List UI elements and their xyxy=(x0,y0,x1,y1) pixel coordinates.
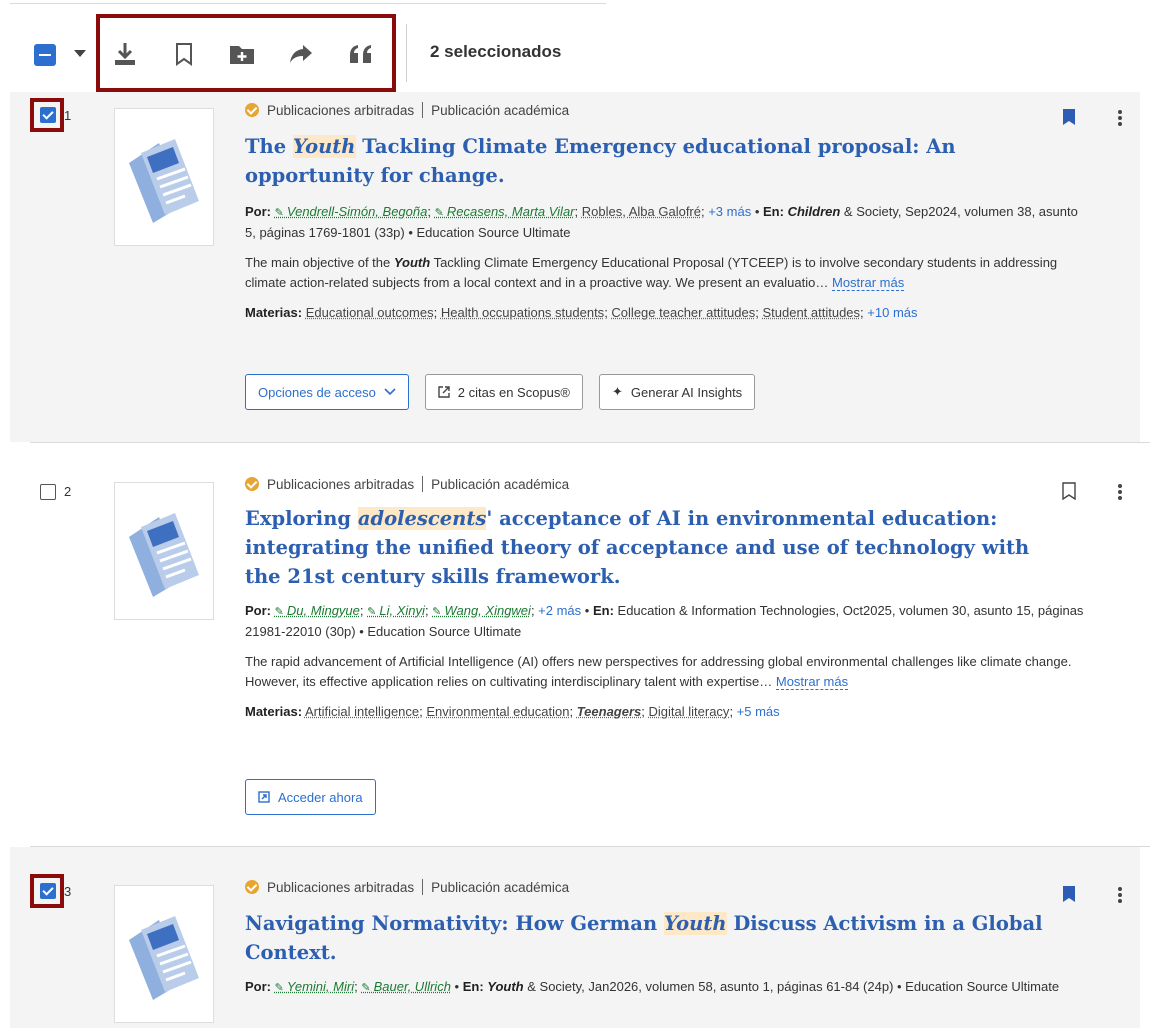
more-subjects-link[interactable]: +10 más xyxy=(867,305,917,320)
publication-type: Publicación académica xyxy=(431,103,569,118)
meta-separator xyxy=(422,879,423,895)
subject-link[interactable]: Health occupations students xyxy=(441,305,604,320)
toolbar-divider xyxy=(406,24,407,82)
result-title[interactable]: Exploring adolescents' acceptance of AI … xyxy=(245,504,1035,591)
access-now-button[interactable]: Acceder ahora xyxy=(245,779,376,815)
result-checkbox[interactable] xyxy=(40,883,56,899)
subject-link[interactable]: Environmental education xyxy=(426,704,569,719)
result-item-3: 3 Publicaciones arbitradas Publicación a… xyxy=(10,847,1140,1028)
result-actions xyxy=(1062,482,1122,504)
author-link[interactable]: Robles, Alba Galofré xyxy=(582,204,701,219)
result-item-1: 1 Publicaciones arbitradas Publicación a… xyxy=(10,92,1140,442)
document-icon xyxy=(125,135,205,223)
author-link[interactable]: Du, Mingyue xyxy=(275,603,360,618)
source-text: & Society, Jan2026, volumen 58, asunto 1… xyxy=(524,979,1059,994)
subject-link[interactable]: Digital literacy xyxy=(649,704,730,719)
subject-link[interactable]: Student attitudes xyxy=(762,305,860,320)
result-subjects: Materias: Educational outcomes; Health o… xyxy=(245,303,1085,323)
result-abstract: The rapid advancement of Artificial Inte… xyxy=(245,652,1085,692)
subject-link[interactable]: College teacher attitudes xyxy=(611,305,755,320)
share-icon[interactable] xyxy=(288,40,314,68)
result-byline: Por: Vendrell-Simón, Begoña; Recasens, M… xyxy=(245,202,1085,243)
subject-link[interactable]: Educational outcomes xyxy=(306,305,434,320)
meta-separator xyxy=(422,102,423,118)
result-abstract: The main objective of the Youth Tackling… xyxy=(245,253,1085,293)
scopus-citations-button[interactable]: 2 citas en Scopus® xyxy=(425,374,583,410)
result-byline: Por: Yemini, Miri; Bauer, Ullrich • En: … xyxy=(245,977,1085,998)
author-link[interactable]: Li, Xinyi xyxy=(367,603,425,618)
result-checkbox[interactable] xyxy=(40,484,56,500)
peer-reviewed-label: Publicaciones arbitradas xyxy=(267,880,414,895)
result-checkbox[interactable] xyxy=(40,107,56,123)
result-actions xyxy=(1062,108,1122,130)
result-title[interactable]: The Youth Tackling Climate Emergency edu… xyxy=(245,132,1045,190)
chevron-down-icon xyxy=(384,388,396,396)
more-authors-link[interactable]: +2 más xyxy=(538,603,581,618)
bookmark-icon[interactable] xyxy=(171,40,197,68)
ai-insights-button[interactable]: ✦ Generar AI Insights xyxy=(599,374,755,410)
result-meta: Publicaciones arbitradas Publicación aca… xyxy=(245,476,1085,492)
meta-separator xyxy=(422,476,423,492)
peer-reviewed-badge-icon xyxy=(245,477,259,491)
add-folder-icon[interactable] xyxy=(229,40,255,68)
more-authors-link[interactable]: +3 más xyxy=(708,204,751,219)
result-title[interactable]: Navigating Normativity: How German Youth… xyxy=(245,909,1045,967)
author-link[interactable]: Wang, Xingwei xyxy=(432,603,531,618)
result-meta: Publicaciones arbitradas Publicación aca… xyxy=(245,102,1085,118)
external-link-icon xyxy=(258,791,270,803)
results-toolbar: 2 seleccionados xyxy=(0,4,1150,92)
result-byline: Por: Du, Mingyue; Li, Xinyi; Wang, Xingw… xyxy=(245,601,1085,642)
result-number: 2 xyxy=(64,484,71,499)
peer-reviewed-badge-icon xyxy=(245,103,259,117)
result-meta: Publicaciones arbitradas Publicación aca… xyxy=(245,879,1085,895)
author-link[interactable]: Yemini, Miri xyxy=(275,979,354,994)
show-more-link[interactable]: Mostrar más xyxy=(776,674,848,690)
document-thumbnail[interactable] xyxy=(114,482,214,620)
show-more-link[interactable]: Mostrar más xyxy=(832,275,904,291)
result-subjects: Materias: Artificial intelligence; Envir… xyxy=(245,702,1085,722)
publication-type: Publicación académica xyxy=(431,477,569,492)
result-divider xyxy=(30,442,1150,443)
download-icon[interactable] xyxy=(112,40,138,68)
select-menu-chevron-down-icon[interactable] xyxy=(74,50,86,57)
source-highlight: Children xyxy=(788,204,841,219)
source-highlight: Youth xyxy=(487,979,523,994)
document-icon xyxy=(125,509,205,597)
bookmark-filled-icon[interactable] xyxy=(1062,108,1076,126)
peer-reviewed-label: Publicaciones arbitradas xyxy=(267,103,414,118)
result-item-2: 2 Publicaciones arbitradas Publicación a… xyxy=(10,468,1140,824)
more-options-icon[interactable] xyxy=(1118,484,1122,500)
select-all-checkbox[interactable] xyxy=(34,44,56,66)
document-thumbnail[interactable] xyxy=(114,885,214,1023)
selected-count: 2 seleccionados xyxy=(430,42,561,62)
author-link[interactable]: Recasens, Marta Vilar xyxy=(435,204,575,219)
result-number: 1 xyxy=(64,108,71,123)
subject-link[interactable]: Teenagers xyxy=(577,704,642,719)
document-icon xyxy=(125,912,205,1000)
result-actions xyxy=(1062,885,1122,907)
quote-icon[interactable] xyxy=(348,40,374,68)
peer-reviewed-badge-icon xyxy=(245,880,259,894)
bookmark-icon[interactable] xyxy=(1062,482,1076,500)
sparkle-icon: ✦ xyxy=(612,384,623,400)
author-link[interactable]: Vendrell-Simón, Begoña xyxy=(275,204,428,219)
subject-link[interactable]: Artificial intelligence xyxy=(305,704,419,719)
more-subjects-link[interactable]: +5 más xyxy=(737,704,780,719)
more-options-icon[interactable] xyxy=(1118,887,1122,903)
result-number: 3 xyxy=(64,884,71,899)
publication-type: Publicación académica xyxy=(431,880,569,895)
bookmark-filled-icon[interactable] xyxy=(1062,885,1076,903)
peer-reviewed-label: Publicaciones arbitradas xyxy=(267,477,414,492)
access-options-button[interactable]: Opciones de acceso xyxy=(245,374,409,410)
document-thumbnail[interactable] xyxy=(114,108,214,246)
more-options-icon[interactable] xyxy=(1118,110,1122,126)
external-link-icon xyxy=(438,386,450,398)
author-link[interactable]: Bauer, Ullrich xyxy=(361,979,451,994)
